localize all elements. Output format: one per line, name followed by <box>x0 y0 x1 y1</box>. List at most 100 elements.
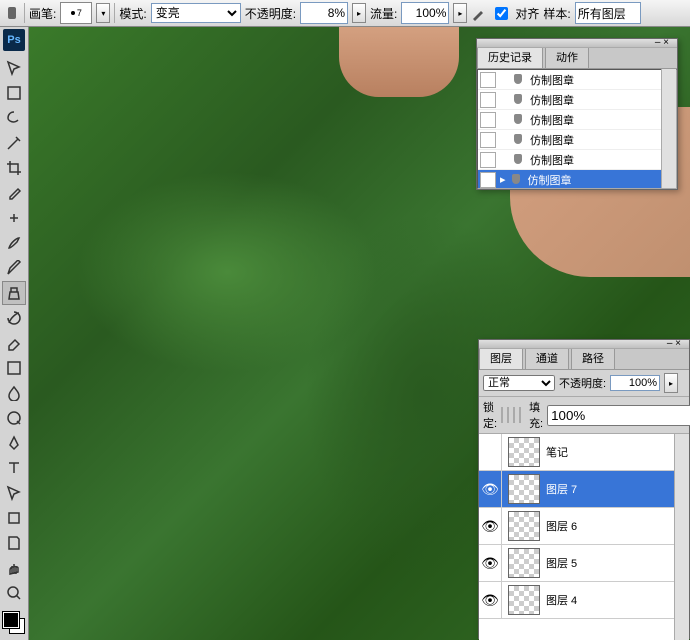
history-item-label: 仿制图章 <box>530 152 574 168</box>
layer-name: 图层 4 <box>546 592 689 608</box>
history-item-label: 仿制图章 <box>530 112 574 128</box>
history-checkbox[interactable] <box>480 112 496 128</box>
layer-opacity-label: 不透明度: <box>559 375 606 391</box>
layer-row[interactable]: 👁 图层 4 <box>479 582 689 619</box>
lock-transparency-icon[interactable] <box>501 407 503 423</box>
history-item-label: 仿制图章 <box>530 92 574 108</box>
blur-tool[interactable] <box>2 381 26 405</box>
clone-stamp-icon <box>508 172 524 188</box>
tab-history[interactable]: 历史记录 <box>477 45 543 68</box>
zoom-tool[interactable] <box>2 581 26 605</box>
lock-all-icon[interactable] <box>519 407 521 423</box>
visibility-toggle[interactable]: 👁 <box>479 582 502 618</box>
history-checkbox[interactable] <box>480 132 496 148</box>
flow-input[interactable] <box>401 2 449 24</box>
brush-preview[interactable]: 7 <box>60 2 92 24</box>
layer-thumbnail[interactable] <box>508 548 540 578</box>
notes-tool[interactable] <box>2 531 26 555</box>
brush-tool[interactable] <box>2 231 26 255</box>
fill-input[interactable] <box>547 405 690 426</box>
clone-stamp-tool[interactable] <box>2 281 26 305</box>
sample-select[interactable] <box>575 2 641 24</box>
marquee-tool[interactable] <box>2 81 26 105</box>
flow-arrow[interactable]: ▸ <box>453 3 467 23</box>
history-item[interactable]: 仿制图章 <box>478 70 676 90</box>
visibility-toggle[interactable]: 👁 <box>479 508 502 544</box>
opacity-arrow[interactable]: ▸ <box>664 373 678 393</box>
layer-thumbnail[interactable] <box>508 511 540 541</box>
history-checkbox[interactable] <box>480 92 496 108</box>
color-swatch[interactable] <box>3 612 25 634</box>
crop-tool[interactable] <box>2 156 26 180</box>
layers-scrollbar[interactable] <box>674 434 689 640</box>
history-brush-tool[interactable] <box>2 306 26 330</box>
clone-stamp-icon <box>510 92 526 108</box>
aligned-checkbox[interactable] <box>495 7 508 20</box>
layer-thumbnail[interactable] <box>508 474 540 504</box>
history-item[interactable]: 仿制图章 <box>478 130 676 150</box>
layer-row[interactable]: 👁 图层 5 <box>479 545 689 582</box>
layer-row[interactable]: 笔记 <box>479 434 689 471</box>
history-list: 仿制图章仿制图章仿制图章仿制图章仿制图章▸仿制图章 <box>477 69 677 189</box>
close-icon[interactable]: – × <box>655 37 669 48</box>
history-checkbox[interactable] <box>480 172 496 188</box>
opacity-arrow[interactable]: ▸ <box>352 3 366 23</box>
opacity-input[interactable] <box>300 2 348 24</box>
tab-actions[interactable]: 动作 <box>545 45 589 68</box>
clone-stamp-icon <box>510 152 526 168</box>
brush-dropdown[interactable]: ▾ <box>96 3 110 23</box>
history-scrollbar[interactable] <box>661 69 676 188</box>
history-item-label: 仿制图章 <box>530 132 574 148</box>
tab-layers[interactable]: 图层 <box>479 346 523 369</box>
layer-name: 图层 6 <box>546 518 689 534</box>
visibility-toggle[interactable] <box>479 434 502 470</box>
pen-tool[interactable] <box>2 431 26 455</box>
gradient-tool[interactable] <box>2 356 26 380</box>
mode-select[interactable]: 变亮 <box>151 3 241 23</box>
history-item[interactable]: ▸仿制图章 <box>478 170 676 189</box>
pencil-tool[interactable] <box>2 256 26 280</box>
history-checkbox[interactable] <box>480 152 496 168</box>
flow-label: 流量: <box>370 5 397 22</box>
layer-name: 图层 5 <box>546 555 689 571</box>
history-item[interactable]: 仿制图章 <box>478 90 676 110</box>
history-titlebar[interactable]: – × <box>477 39 677 48</box>
tools-panel: Ps <box>0 27 29 640</box>
lock-position-icon[interactable] <box>513 407 515 423</box>
eraser-tool[interactable] <box>2 331 26 355</box>
blend-mode-select[interactable]: 正常 <box>483 375 555 391</box>
hand-tool[interactable] <box>2 556 26 580</box>
healing-tool[interactable] <box>2 206 26 230</box>
history-item-label: 仿制图章 <box>530 72 574 88</box>
layer-row[interactable]: 👁 图层 6 <box>479 508 689 545</box>
history-checkbox[interactable] <box>480 72 496 88</box>
wand-tool[interactable] <box>2 131 26 155</box>
visibility-toggle[interactable]: 👁 <box>479 471 502 507</box>
eyedropper-tool[interactable] <box>2 181 26 205</box>
layer-thumbnail[interactable] <box>508 437 540 467</box>
airbrush-icon[interactable] <box>471 5 487 21</box>
mode-label: 模式: <box>119 5 146 22</box>
layers-titlebar[interactable]: – × <box>479 340 689 349</box>
tab-channels[interactable]: 通道 <box>525 346 569 369</box>
visibility-toggle[interactable]: 👁 <box>479 545 502 581</box>
history-item[interactable]: 仿制图章 <box>478 150 676 170</box>
tab-paths[interactable]: 路径 <box>571 346 615 369</box>
history-panel: – × 历史记录 动作 仿制图章仿制图章仿制图章仿制图章仿制图章▸仿制图章 <box>476 38 678 190</box>
foreground-color[interactable] <box>3 612 19 628</box>
history-item[interactable]: 仿制图章 <box>478 110 676 130</box>
options-bar: 画笔: 7 ▾ 模式: 变亮 不透明度: ▸ 流量: ▸ 对齐 样本: <box>0 0 690 27</box>
layer-thumbnail[interactable] <box>508 585 540 615</box>
move-tool[interactable] <box>2 56 26 80</box>
dodge-tool[interactable] <box>2 406 26 430</box>
path-select-tool[interactable] <box>2 481 26 505</box>
layer-row[interactable]: 👁 图层 7 <box>479 471 689 508</box>
layer-name: 图层 7 <box>546 481 689 497</box>
close-icon[interactable]: – × <box>667 338 681 349</box>
type-tool[interactable] <box>2 456 26 480</box>
clone-stamp-icon <box>510 112 526 128</box>
lasso-tool[interactable] <box>2 106 26 130</box>
layer-opacity-input[interactable] <box>610 375 660 391</box>
lock-pixels-icon[interactable] <box>507 407 509 423</box>
rectangle-tool[interactable] <box>2 506 26 530</box>
